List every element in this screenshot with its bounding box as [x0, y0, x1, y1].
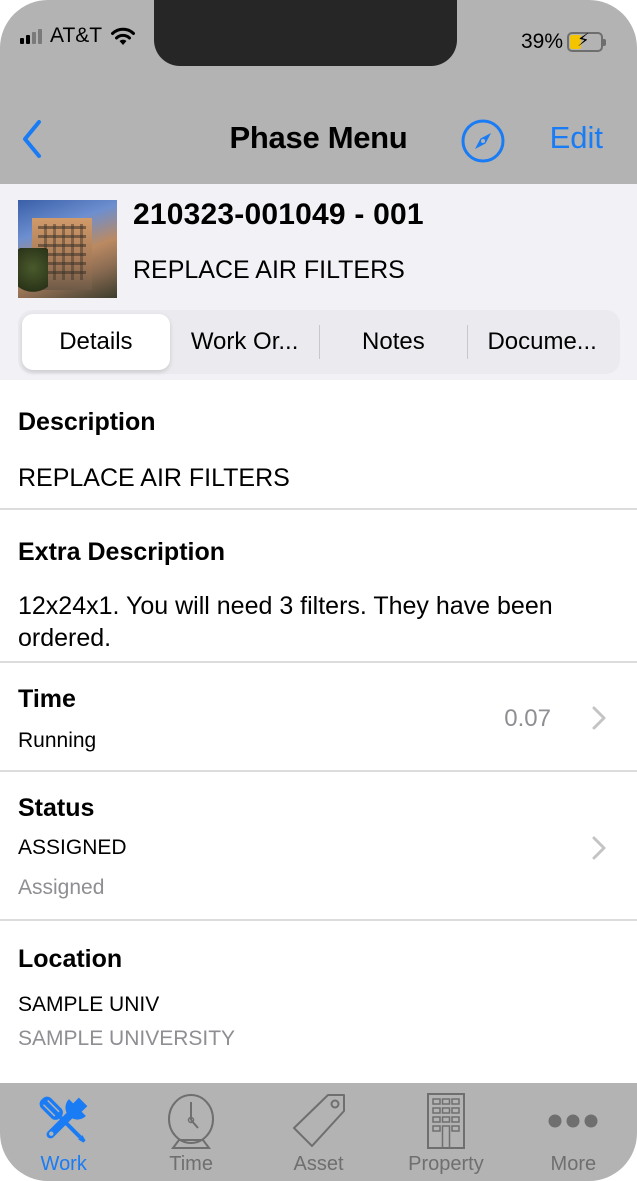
carrier-name: AT&T — [50, 24, 103, 47]
navigation-bar: Phase Menu Edit — [0, 108, 637, 172]
time-state: Running — [18, 729, 97, 752]
tab-notes[interactable]: Notes — [320, 314, 468, 370]
status-bar-left: AT&T — [20, 24, 136, 48]
location-code: SAMPLE UNIV — [18, 993, 160, 1016]
phone-screen: AT&T 39% ⚡ Phase Menu Edit 210323-001049… — [0, 0, 637, 1181]
tabbar-asset[interactable]: Asset — [255, 1083, 382, 1181]
description-label: Description — [18, 408, 156, 436]
time-row[interactable]: Time Running 0.07 — [0, 663, 637, 772]
clock-icon — [168, 1094, 215, 1149]
tabbar-label: Property — [408, 1153, 484, 1175]
chevron-left-icon — [23, 120, 41, 158]
status-description: Assigned — [18, 876, 105, 899]
work-order-number: 210323-001049 - 001 — [133, 198, 424, 231]
status-label: Status — [18, 794, 95, 822]
compass-button[interactable] — [460, 118, 506, 164]
location-row: Location SAMPLE UNIV SAMPLE UNIVERSITY — [0, 921, 637, 1091]
wrench-screwdriver-icon — [39, 1096, 88, 1143]
tabbar-label: More — [550, 1153, 597, 1175]
building-icon — [426, 1093, 465, 1149]
description-row: Description REPLACE AIR FILTERS — [0, 380, 637, 510]
tag-icon — [292, 1094, 345, 1147]
page-title: Phase Menu — [229, 120, 408, 155]
edit-button[interactable]: Edit — [550, 120, 603, 156]
location-label: Location — [18, 945, 123, 973]
status-row[interactable]: Status ASSIGNED Assigned — [0, 772, 637, 921]
compass-icon — [461, 119, 505, 163]
extra-description-label: Extra Description — [18, 538, 226, 566]
tabbar-more[interactable]: More — [510, 1083, 637, 1181]
building-thumbnail[interactable] — [18, 200, 117, 298]
work-order-title: REPLACE AIR FILTERS — [133, 256, 405, 284]
device-notch — [154, 0, 457, 66]
extra-description-row: Extra Description 12x24x1. You will need… — [0, 510, 637, 663]
status-code: ASSIGNED — [18, 836, 127, 859]
tabbar-property[interactable]: Property — [382, 1083, 509, 1181]
tab-details[interactable]: Details — [22, 314, 170, 370]
tabbar-label: Asset — [293, 1153, 344, 1175]
time-label: Time — [18, 685, 76, 713]
details-list: Description REPLACE AIR FILTERS Extra De… — [0, 380, 637, 1091]
tabbar-label: Time — [169, 1153, 213, 1175]
tabbar-time[interactable]: Time — [127, 1083, 254, 1181]
top-bar: AT&T 39% ⚡ Phase Menu Edit — [0, 0, 637, 184]
extra-description-value: 12x24x1. You will need 3 filters. They h… — [18, 592, 553, 652]
cellular-signal-icon — [20, 28, 42, 44]
tabbar-label: Work — [40, 1153, 87, 1175]
more-dots-icon — [548, 1114, 598, 1128]
chevron-right-icon — [592, 836, 606, 860]
bottom-tab-bar: Work Time Asset Property More — [0, 1083, 637, 1181]
battery-percent: 39% — [520, 30, 563, 53]
tab-work-orders[interactable]: Work Or... — [171, 314, 319, 370]
location-description: SAMPLE UNIVERSITY — [18, 1027, 236, 1050]
tabbar-work[interactable]: Work — [0, 1083, 127, 1181]
charging-bolt-icon: ⚡ — [577, 30, 590, 50]
time-value: 0.07 — [504, 705, 551, 732]
tab-documents[interactable]: Docume... — [468, 314, 616, 370]
description-value: REPLACE AIR FILTERS — [18, 464, 290, 492]
status-bar-right: 39% ⚡ — [520, 30, 606, 54]
battery-icon: ⚡ — [567, 30, 606, 52]
segmented-tabs: Details Work Or... Notes Docume... — [18, 310, 620, 374]
chevron-right-icon — [592, 706, 606, 730]
wifi-icon — [111, 27, 136, 45]
work-order-header: 210323-001049 - 001 REPLACE AIR FILTERS … — [0, 184, 637, 380]
back-button[interactable] — [14, 116, 50, 162]
tree-image-detail — [18, 248, 48, 298]
